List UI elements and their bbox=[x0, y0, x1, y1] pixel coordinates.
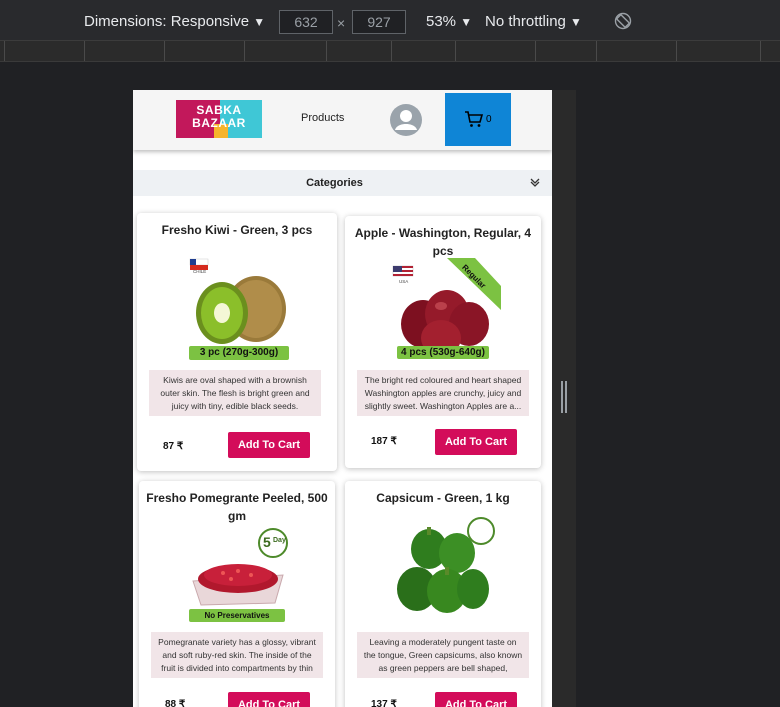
logo-line-2: BAZAAR bbox=[192, 116, 246, 130]
pack-size-label: No Preservatives bbox=[189, 609, 285, 622]
cart-icon bbox=[465, 111, 484, 127]
device-viewport: SABKA BAZAAR Products 0 Categories Fresho… bbox=[133, 90, 552, 707]
product-description: Pomegranate variety has a glossy, vibran… bbox=[151, 632, 323, 678]
throttling-dropdown[interactable]: No throttling ▼ bbox=[485, 13, 582, 30]
capsicum-image bbox=[389, 517, 501, 627]
product-card: Fresho Pomegrante Peeled, 500 gm 5 Day N… bbox=[139, 481, 335, 707]
logo-line-1: SABKA bbox=[196, 103, 242, 117]
product-title: Apple - Washington, Regular, 4 pcs bbox=[354, 226, 532, 258]
product-title: Fresho Kiwi - Green, 3 pcs bbox=[161, 223, 313, 237]
pack-size-label: 3 pc (270g-300g) bbox=[189, 346, 289, 360]
dimensions-label: Dimensions: Responsive bbox=[84, 13, 250, 30]
chevron-down-icon bbox=[530, 178, 540, 187]
badge-day: Day bbox=[273, 537, 286, 544]
flag-label: USA bbox=[399, 279, 409, 284]
cart-count: 0 bbox=[486, 114, 492, 125]
product-price: 88 ₹ bbox=[165, 699, 186, 707]
product-card: Apple - Washington, Regular, 4 pcs USA R… bbox=[345, 216, 541, 468]
rotate-icon[interactable] bbox=[614, 12, 632, 30]
add-to-cart-button[interactable]: Add To Cart bbox=[435, 429, 517, 455]
kiwi-image bbox=[182, 251, 294, 361]
product-price: 187 ₹ bbox=[371, 436, 397, 447]
badge-number: 5 bbox=[263, 534, 271, 550]
add-to-cart-button[interactable]: Add To Cart bbox=[228, 432, 310, 458]
categories-dropdown[interactable]: Categories bbox=[133, 170, 552, 196]
sabka-bazaar-logo[interactable]: SABKA BAZAAR bbox=[176, 100, 262, 138]
cart-button[interactable]: 0 bbox=[445, 93, 511, 146]
zoom-dropdown[interactable]: 53% ▼ bbox=[426, 13, 472, 30]
height-input[interactable]: 927 bbox=[352, 10, 406, 34]
resize-handle[interactable] bbox=[561, 381, 567, 413]
categories-label: Categories bbox=[306, 177, 363, 189]
nav-products-link[interactable]: Products bbox=[301, 112, 344, 124]
user-avatar-icon[interactable] bbox=[390, 104, 422, 136]
times-symbol: × bbox=[337, 15, 346, 31]
product-card: Fresho Kiwi - Green, 3 pcs CHILE 3 pc (2… bbox=[137, 213, 337, 471]
pack-size-label: 4 pcs (530g-640g) bbox=[397, 346, 489, 359]
width-input[interactable]: 632 bbox=[279, 10, 333, 34]
dimensions-dropdown[interactable]: Dimensions: Responsive ▼ bbox=[84, 13, 265, 30]
devtools-toolbar: Dimensions: Responsive ▼ 632 × 927 53% ▼… bbox=[0, 0, 780, 41]
product-card: Capsicum - Green, 1 kg Leaving a moderat… bbox=[345, 481, 541, 707]
media-query-ruler bbox=[0, 41, 780, 62]
product-title: Fresho Pomegrante Peeled, 500 gm bbox=[146, 491, 328, 523]
throttling-label: No throttling bbox=[485, 13, 566, 30]
product-description: The bright red coloured and heart shaped… bbox=[357, 370, 529, 416]
site-header: SABKA BAZAAR Products 0 bbox=[133, 90, 552, 150]
product-description: Leaving a moderately pungent taste on th… bbox=[357, 632, 529, 678]
product-price: 137 ₹ bbox=[371, 699, 397, 707]
add-to-cart-button[interactable]: Add To Cart bbox=[228, 692, 310, 707]
product-title: Capsicum - Green, 1 kg bbox=[376, 491, 510, 505]
zoom-label: 53% bbox=[426, 13, 457, 30]
chevron-down-icon: ▼ bbox=[460, 15, 473, 29]
product-description: Kiwis are oval shaped with a brownish ou… bbox=[149, 370, 321, 416]
chevron-down-icon: ▼ bbox=[570, 15, 582, 29]
product-price: 87 ₹ bbox=[163, 441, 184, 452]
add-to-cart-button[interactable]: Add To Cart bbox=[435, 692, 517, 707]
chevron-down-icon: ▼ bbox=[253, 15, 266, 29]
flag-label: CHILE bbox=[193, 269, 207, 274]
